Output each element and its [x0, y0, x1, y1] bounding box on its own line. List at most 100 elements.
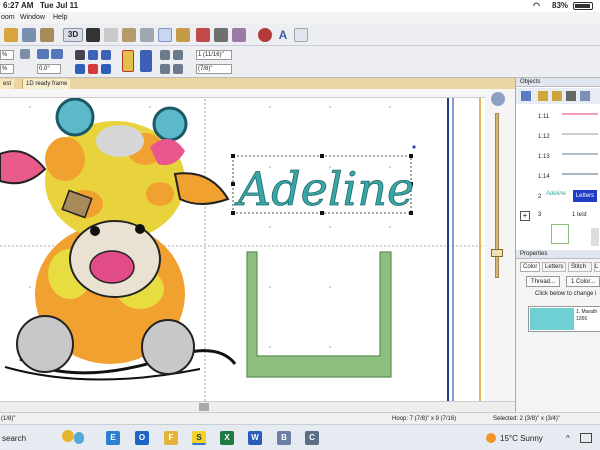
expand-icon[interactable]: +	[520, 211, 530, 221]
height-field[interactable]: (7/8)"	[196, 64, 232, 74]
rotate-right-icon[interactable]	[51, 49, 63, 59]
objects-toolbar	[516, 88, 600, 104]
tab-ready-frame[interactable]: 1D ready frame	[22, 79, 71, 89]
rotation-field[interactable]: 0.0°	[37, 64, 61, 74]
top-ruler	[0, 89, 485, 98]
objects-panel: Objects 1:11 1:12 1:13 1:14 2 Adeline Le…	[515, 78, 600, 250]
chevron-up-icon[interactable]: ^	[566, 434, 570, 443]
properties-title: Properties	[516, 250, 600, 259]
design-canvas[interactable]: Adeline	[0, 89, 485, 401]
tree-icon[interactable]	[521, 91, 531, 101]
align-icon[interactable]	[75, 50, 85, 60]
rotate-left-icon[interactable]	[37, 49, 49, 59]
status-selected: Selected: 2 (3/8)" x (3/4)"	[493, 416, 560, 422]
tab-color[interactable]: Color	[520, 262, 540, 272]
thread-icon[interactable]	[196, 28, 210, 42]
objects-title: Objects	[516, 78, 600, 87]
horizontal-scrollbar[interactable]	[0, 401, 515, 412]
menu-window[interactable]: Window	[20, 14, 45, 21]
ready-frame-shape	[246, 251, 392, 378]
excel-icon[interactable]: X	[220, 431, 234, 445]
object-row-5[interactable]: 2	[538, 194, 541, 200]
group-icon[interactable]	[75, 64, 85, 74]
ruler-icon[interactable]	[122, 28, 136, 42]
edge-icon[interactable]: E	[106, 431, 120, 445]
ungroup-icon[interactable]	[88, 64, 98, 74]
canvas-art: Adeline	[0, 89, 485, 401]
properties-panel: Properties Color Letters Stitch L Thread…	[515, 250, 600, 412]
flip-icon[interactable]	[22, 28, 36, 42]
objects-tree-lines	[562, 113, 598, 175]
menu-zoom[interactable]: oom	[1, 14, 15, 21]
measure-icon[interactable]	[140, 28, 154, 42]
mirror-icon[interactable]	[40, 28, 54, 42]
trophy-icon[interactable]	[60, 430, 88, 446]
frame-icon[interactable]	[176, 28, 190, 42]
lock-icon[interactable]	[122, 50, 134, 72]
scroll-thumb[interactable]	[199, 403, 209, 411]
tab-letters[interactable]: Letters	[542, 262, 566, 272]
filter-icon[interactable]	[580, 91, 590, 101]
lettering-icon[interactable]	[294, 28, 308, 42]
order-icon[interactable]	[101, 64, 111, 74]
thread-swatch	[530, 308, 574, 330]
height-icon[interactable]	[160, 64, 170, 74]
battery-icon	[573, 2, 593, 10]
zoom-icon[interactable]	[491, 92, 505, 106]
lock-icon[interactable]	[552, 91, 562, 101]
3d-view-button[interactable]: 3D	[63, 28, 83, 42]
hand-icon[interactable]	[158, 28, 172, 42]
stop-icon[interactable]	[258, 28, 272, 42]
pin-icon[interactable]	[140, 50, 152, 72]
search-box[interactable]: search	[2, 434, 26, 443]
percent-field-2[interactable]: %	[0, 64, 14, 74]
tab-test[interactable]: est	[0, 79, 15, 89]
properties-hint: Click below to change i	[535, 291, 597, 297]
file-explorer-icon[interactable]: F	[164, 431, 178, 445]
giraffe-design	[0, 97, 237, 381]
wifi-icon: ◠	[533, 1, 540, 10]
needle-icon[interactable]	[232, 28, 246, 42]
delete-icon[interactable]	[566, 91, 576, 101]
toolbar-transform: % % 0.0° 1 (11/16)" (7/8)"	[0, 46, 600, 78]
folder-icon[interactable]	[538, 91, 548, 101]
zoom-slider-panel	[485, 89, 515, 401]
percent-field-1[interactable]: %	[0, 50, 14, 60]
zoom-thumb[interactable]	[491, 249, 503, 257]
folder-icon[interactable]	[4, 28, 18, 42]
thread-button[interactable]: Thread...	[526, 276, 560, 287]
thread-list[interactable]: 1. Marath 1266	[528, 306, 600, 332]
width-icon[interactable]	[160, 50, 170, 60]
tab-more[interactable]: L	[594, 262, 600, 272]
tray-icon[interactable]	[580, 433, 592, 443]
one-color-button[interactable]: 1 Color...	[566, 276, 600, 287]
link-icon[interactable]	[20, 49, 30, 59]
height-arrows-icon[interactable]	[173, 64, 183, 74]
tab-stitch[interactable]: Stitch	[568, 262, 592, 272]
weather-icon	[486, 433, 496, 443]
objects-scroll[interactable]	[591, 228, 599, 246]
stitch-icon[interactable]	[214, 28, 228, 42]
object-thumb-name: Adeline	[546, 191, 567, 197]
zoom-icon[interactable]	[104, 28, 118, 42]
color-icon[interactable]	[86, 28, 100, 42]
store-icon[interactable]: B	[277, 431, 291, 445]
calculator-icon[interactable]: C	[305, 431, 319, 445]
time: 6:27 AM	[3, 1, 34, 10]
name-lettering[interactable]: Adeline	[234, 162, 415, 217]
object-row-6[interactable]: 3	[538, 212, 541, 218]
thread-name: 1. Marath	[576, 309, 598, 315]
width-arrows-icon[interactable]	[173, 50, 183, 60]
menu-bar: oom Window Help	[0, 12, 600, 24]
status-hoop: Hoop: 7 (7/8)" x 9 (7/16)	[392, 416, 457, 422]
outlook-icon[interactable]: O	[135, 431, 149, 445]
center-icon[interactable]	[88, 50, 98, 60]
date: Tue Jul 11	[40, 1, 79, 10]
distribute-icon[interactable]	[101, 50, 111, 60]
frame-thumb	[551, 224, 569, 244]
stitch-app-icon[interactable]: S	[192, 431, 206, 445]
word-icon[interactable]: W	[248, 431, 262, 445]
menu-help[interactable]: Help	[53, 14, 67, 21]
text-icon[interactable]: A	[276, 28, 290, 42]
width-field[interactable]: 1 (11/16)"	[196, 50, 232, 60]
